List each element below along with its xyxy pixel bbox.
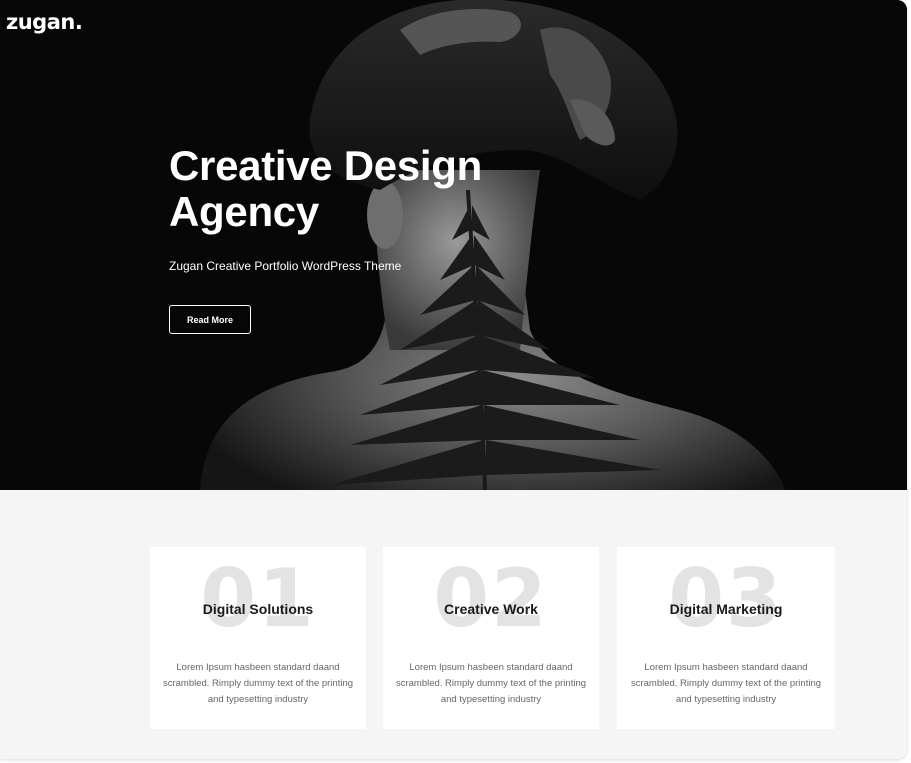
hero-title: Creative Design Agency [169, 143, 569, 235]
feature-number: 03 [668, 552, 784, 645]
page-frame: zugan. Creative Design Agency Zugan Crea… [0, 0, 907, 759]
hero-title-line-2: Agency [169, 188, 319, 235]
feature-description: Lorem Ipsum hasbeen standard daand scram… [395, 662, 587, 705]
hero-subtitle: Zugan Creative Portfolio WordPress Theme [169, 259, 402, 273]
feature-card-digital-marketing: 03 Digital Marketing Lorem Ipsum hasbeen… [617, 547, 835, 729]
feature-title[interactable]: Digital Marketing [617, 601, 835, 617]
hero-title-line-1: Creative Design [169, 142, 482, 189]
feature-number: 01 [200, 552, 316, 645]
feature-card-creative-work: 02 Creative Work Lorem Ipsum hasbeen sta… [383, 547, 599, 729]
feature-title[interactable]: Creative Work [383, 601, 599, 617]
hero-image [0, 0, 907, 490]
read-more-button[interactable]: Read More [169, 305, 251, 334]
hero-section: zugan. Creative Design Agency Zugan Crea… [0, 0, 907, 490]
feature-number: 02 [433, 552, 549, 645]
feature-card-digital-solutions: 01 Digital Solutions Lorem Ipsum hasbeen… [150, 547, 366, 729]
feature-title[interactable]: Digital Solutions [150, 601, 366, 617]
feature-description: Lorem Ipsum hasbeen standard daand scram… [162, 662, 354, 705]
features-section: 01 Digital Solutions Lorem Ipsum hasbeen… [150, 547, 835, 729]
feature-description: Lorem Ipsum hasbeen standard daand scram… [630, 662, 822, 705]
brand-logo[interactable]: zugan. [6, 10, 83, 34]
